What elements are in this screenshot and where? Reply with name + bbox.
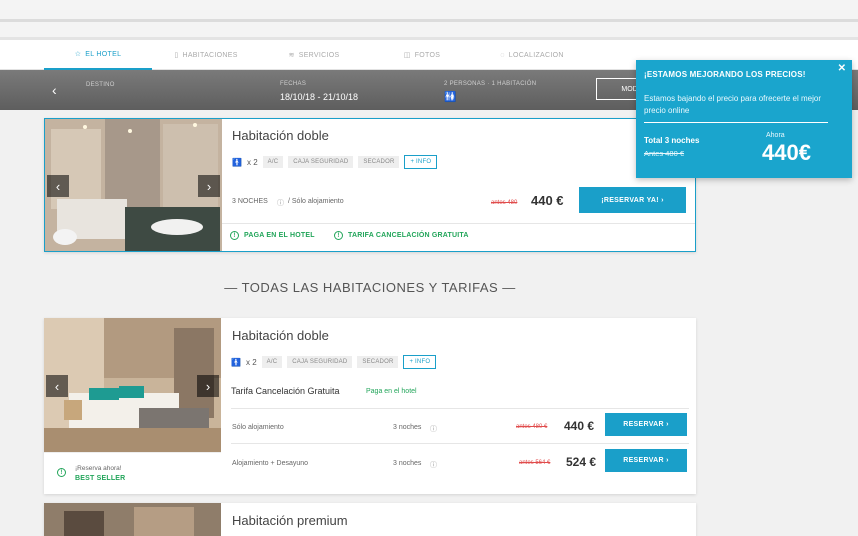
divider: [222, 223, 695, 224]
wifi-icon: ≋: [288, 52, 295, 59]
more-info-button[interactable]: + INFO: [404, 155, 438, 169]
check-circle-icon: !: [230, 231, 239, 240]
free-cancel-label: TARIFA CANCELACIÓN GRATUITA: [348, 232, 469, 239]
personas-label: 2 PERSONAS · 1 HABITACIÓN: [444, 81, 537, 87]
amenity-chip: CAJA SEGURIDAD: [287, 356, 353, 368]
close-icon[interactable]: ✕: [838, 63, 846, 74]
door-icon: ▯: [174, 52, 179, 59]
tab-label: FOTOS: [414, 51, 441, 59]
free-cancel-badge: ! TARIFA CANCELACIÓN GRATUITA: [334, 231, 469, 240]
room-photo: [44, 503, 221, 536]
amenities: 🚹 x 2 A/C CAJA SEGURIDAD SECADOR + INFO: [231, 355, 437, 369]
divider: [644, 122, 828, 123]
plan-label: Alojamiento + Desayuno: [232, 460, 309, 467]
tab-label: HABITACIONES: [182, 51, 238, 59]
star-icon: ☆: [74, 51, 82, 58]
people-icon[interactable]: 🚻: [444, 92, 456, 103]
room-card: Habitación premium: [44, 503, 696, 536]
next-photo-button[interactable]: ›: [197, 375, 219, 397]
browser-top-strip: [0, 0, 858, 40]
fechas-label: FECHAS: [280, 81, 307, 87]
info-icon: ⓘ: [430, 426, 437, 433]
tab-localizacion[interactable]: ◌ LOCALIZACION: [478, 40, 586, 70]
best-seller-label: BEST SELLER: [75, 475, 126, 482]
pay-hotel-label: PAGA EN EL HOTEL: [244, 232, 315, 239]
reserve-now-button[interactable]: ¡RESERVAR YA! ›: [579, 187, 686, 213]
total-label: Total 3 noches: [644, 136, 700, 145]
nights-label: 3 noches: [393, 460, 422, 467]
room-title: Habitación doble: [232, 328, 329, 343]
amenity-chip: A/C: [261, 356, 283, 368]
tab-el-hotel[interactable]: ☆ EL HOTEL: [44, 40, 152, 70]
room-image: [44, 503, 221, 536]
old-price: antes 480: [491, 200, 518, 206]
tab-fotos[interactable]: ◫ FOTOS: [368, 40, 476, 70]
guests-count: x 2: [246, 157, 258, 167]
rate-tag: Paga en el hotel: [366, 388, 417, 395]
divider: [231, 408, 689, 409]
destino-label: DESTINO: [86, 82, 115, 88]
price-update-popup: ¡ESTAMOS MEJORANDO LOS PRECIOS! ✕ Estamo…: [636, 60, 852, 178]
reserve-button[interactable]: RESERVAR ›: [605, 413, 687, 436]
amenity-chip: SECADOR: [358, 156, 400, 168]
amenity-chip: A/C: [262, 156, 284, 168]
pay-at-hotel-badge: ! PAGA EN EL HOTEL: [230, 231, 315, 240]
more-info-button[interactable]: + INFO: [403, 355, 437, 369]
chevron-left-icon[interactable]: ‹: [52, 82, 57, 98]
now-label: Ahora: [766, 132, 785, 139]
nights-label: 3 noches: [393, 424, 422, 431]
rate-name: Tarifa Cancelación Gratuita: [231, 386, 340, 396]
location-pin-icon: ◌: [500, 51, 505, 59]
info-icon: ⓘ: [277, 200, 284, 207]
check-circle-icon: !: [57, 468, 66, 477]
popup-text: Estamos bajando el precio para ofrecerte…: [644, 94, 821, 115]
tab-label: SERVICIOS: [298, 51, 340, 59]
reserve-now-label: ¡Reserva ahora!: [75, 465, 122, 472]
nights-label: 3 NOCHES: [232, 198, 268, 205]
featured-room-card: ‹ › Habitación doble 🚹 x 2 A/C CAJA SEGU…: [44, 118, 696, 252]
amenity-chip: SECADOR: [357, 356, 399, 368]
popup-title: ¡ESTAMOS MEJORANDO LOS PRECIOS!: [644, 70, 806, 79]
info-icon: ⓘ: [430, 462, 437, 469]
new-total: 440€: [762, 140, 811, 165]
prev-photo-button[interactable]: ‹: [46, 375, 68, 397]
person-icon: 🚹: [231, 357, 241, 367]
bathroom-photo: ‹ ›: [45, 119, 222, 251]
camera-icon: ◫: [403, 52, 411, 59]
bedroom-image: [44, 318, 221, 452]
room-title: Habitación premium: [232, 513, 348, 528]
divider: [0, 19, 858, 22]
amenity-chip: CAJA SEGURIDAD: [288, 156, 354, 168]
section-title: — TODAS LAS HABITACIONES Y TARIFAS —: [224, 280, 516, 295]
tab-label: LOCALIZACION: [508, 51, 564, 59]
plan-label: Sólo alojamiento: [232, 424, 284, 431]
next-photo-button[interactable]: ›: [198, 175, 220, 197]
fechas-value[interactable]: 18/10/18 - 21/10/18: [280, 92, 358, 102]
old-price: antes 480 €: [516, 424, 548, 430]
divider: [231, 443, 689, 444]
reserve-button[interactable]: RESERVAR ›: [605, 449, 687, 472]
prev-photo-button[interactable]: ‹: [47, 175, 69, 197]
price: 524 €: [566, 455, 597, 469]
best-seller-box: ! ¡Reserva ahora! BEST SELLER: [44, 452, 221, 494]
tab-label: EL HOTEL: [85, 50, 122, 58]
price: 440 €: [531, 193, 564, 208]
room-card: ‹ › ! ¡Reserva ahora! BEST SELLER Habita…: [44, 318, 696, 494]
amenities: 🚹 x 2 A/C CAJA SEGURIDAD SECADOR + INFO: [232, 155, 438, 169]
bedroom-photo: ‹ ›: [44, 318, 221, 452]
tab-habitaciones[interactable]: ▯ HABITACIONES: [152, 40, 260, 70]
tab-servicios[interactable]: ≋ SERVICIOS: [260, 40, 368, 70]
bathroom-image: [45, 119, 222, 251]
person-icon: 🚹: [232, 157, 242, 167]
old-total: Antes 480 €: [644, 149, 685, 158]
room-title: Habitación doble: [232, 128, 329, 143]
guests-count: x 2: [245, 357, 257, 367]
old-price: antes 564 €: [519, 460, 551, 466]
price: 440 €: [564, 419, 595, 433]
plan-label: / Sólo alojamiento: [288, 198, 344, 205]
check-circle-icon: !: [334, 231, 343, 240]
